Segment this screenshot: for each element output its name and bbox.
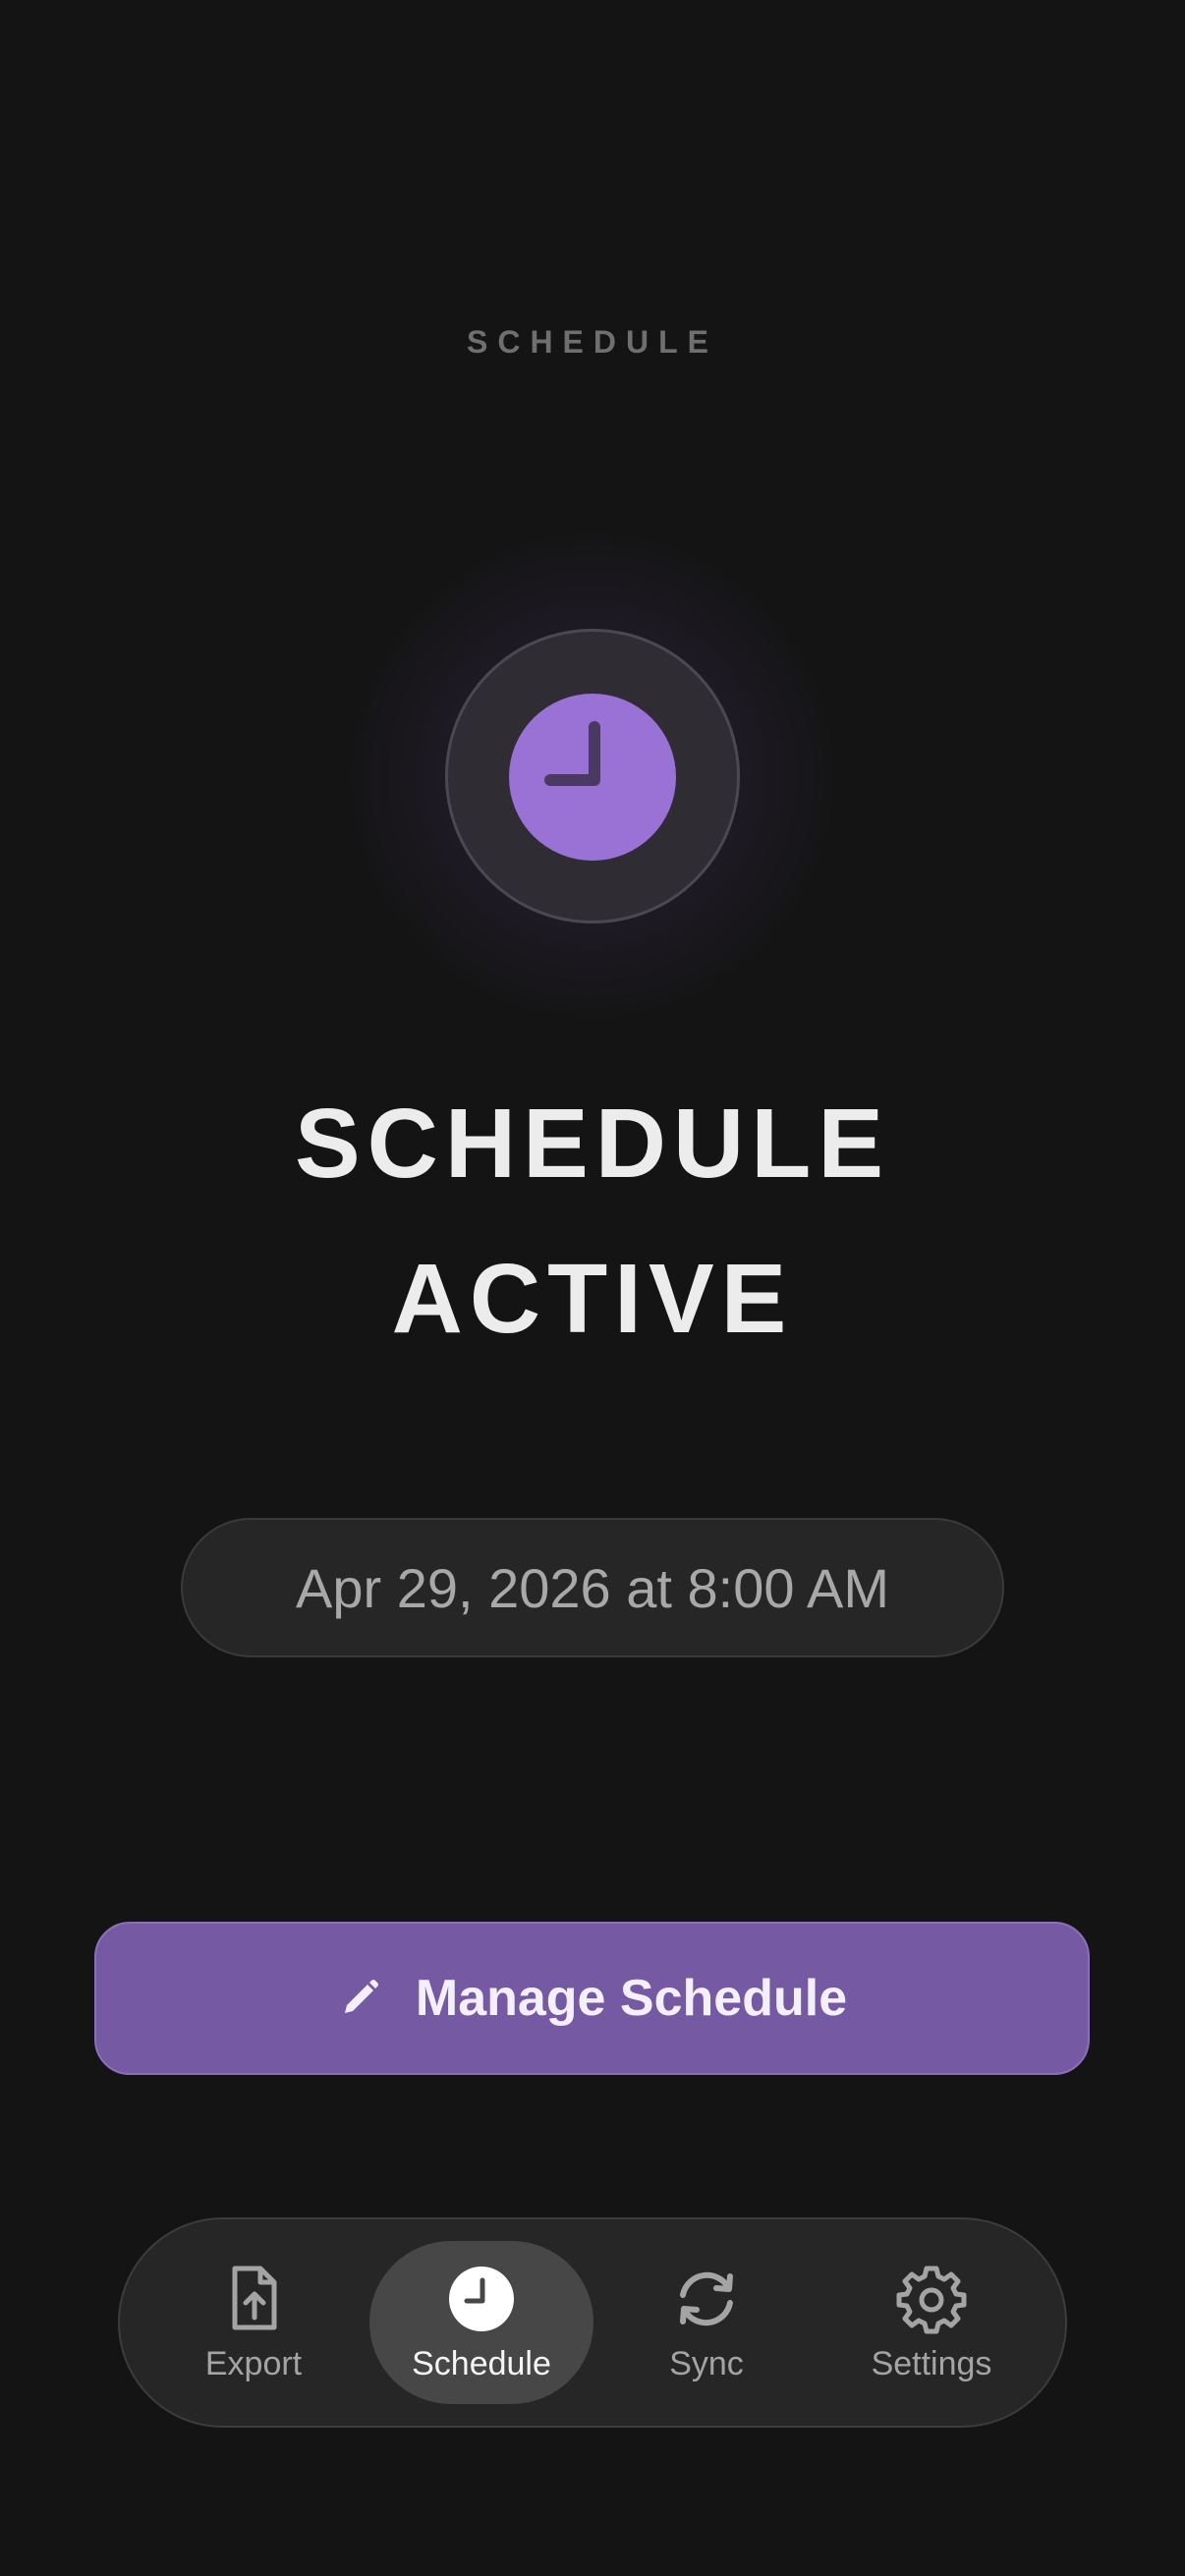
tab-settings-label: Settings [871, 2344, 992, 2382]
tab-sync-label: Sync [669, 2344, 744, 2382]
file-upload-icon [232, 2266, 277, 2329]
tab-sync[interactable]: Sync [594, 2241, 818, 2404]
status-title-line2: ACTIVE [391, 1244, 794, 1354]
clock-icon [449, 2266, 514, 2331]
clock-icon [509, 694, 676, 861]
status-title-line1: SCHEDULE [294, 1089, 891, 1199]
pencil-icon [344, 1980, 378, 2013]
tab-schedule-label: Schedule [412, 2344, 551, 2382]
manage-schedule-label: Manage Schedule [415, 1970, 848, 2027]
tab-schedule[interactable]: Schedule [369, 2241, 593, 2404]
gear-icon [896, 2266, 967, 2333]
status-title: SCHEDULE ACTIVE [0, 1066, 1185, 1376]
tab-export-label: Export [204, 2344, 303, 2382]
bottom-tab-bar: Export Schedule Sync Settings [118, 2217, 1067, 2428]
tab-settings[interactable]: Settings [819, 2241, 1044, 2404]
sync-icon [680, 2271, 733, 2325]
manage-schedule-button[interactable]: Manage Schedule [94, 1922, 1090, 2075]
page-title: SCHEDULE [466, 324, 718, 360]
scheduled-time-pill: Apr 29, 2026 at 8:00 AM [181, 1518, 1004, 1657]
tab-export[interactable]: Export [141, 2241, 366, 2404]
scheduled-time-text: Apr 29, 2026 at 8:00 AM [296, 1556, 889, 1619]
